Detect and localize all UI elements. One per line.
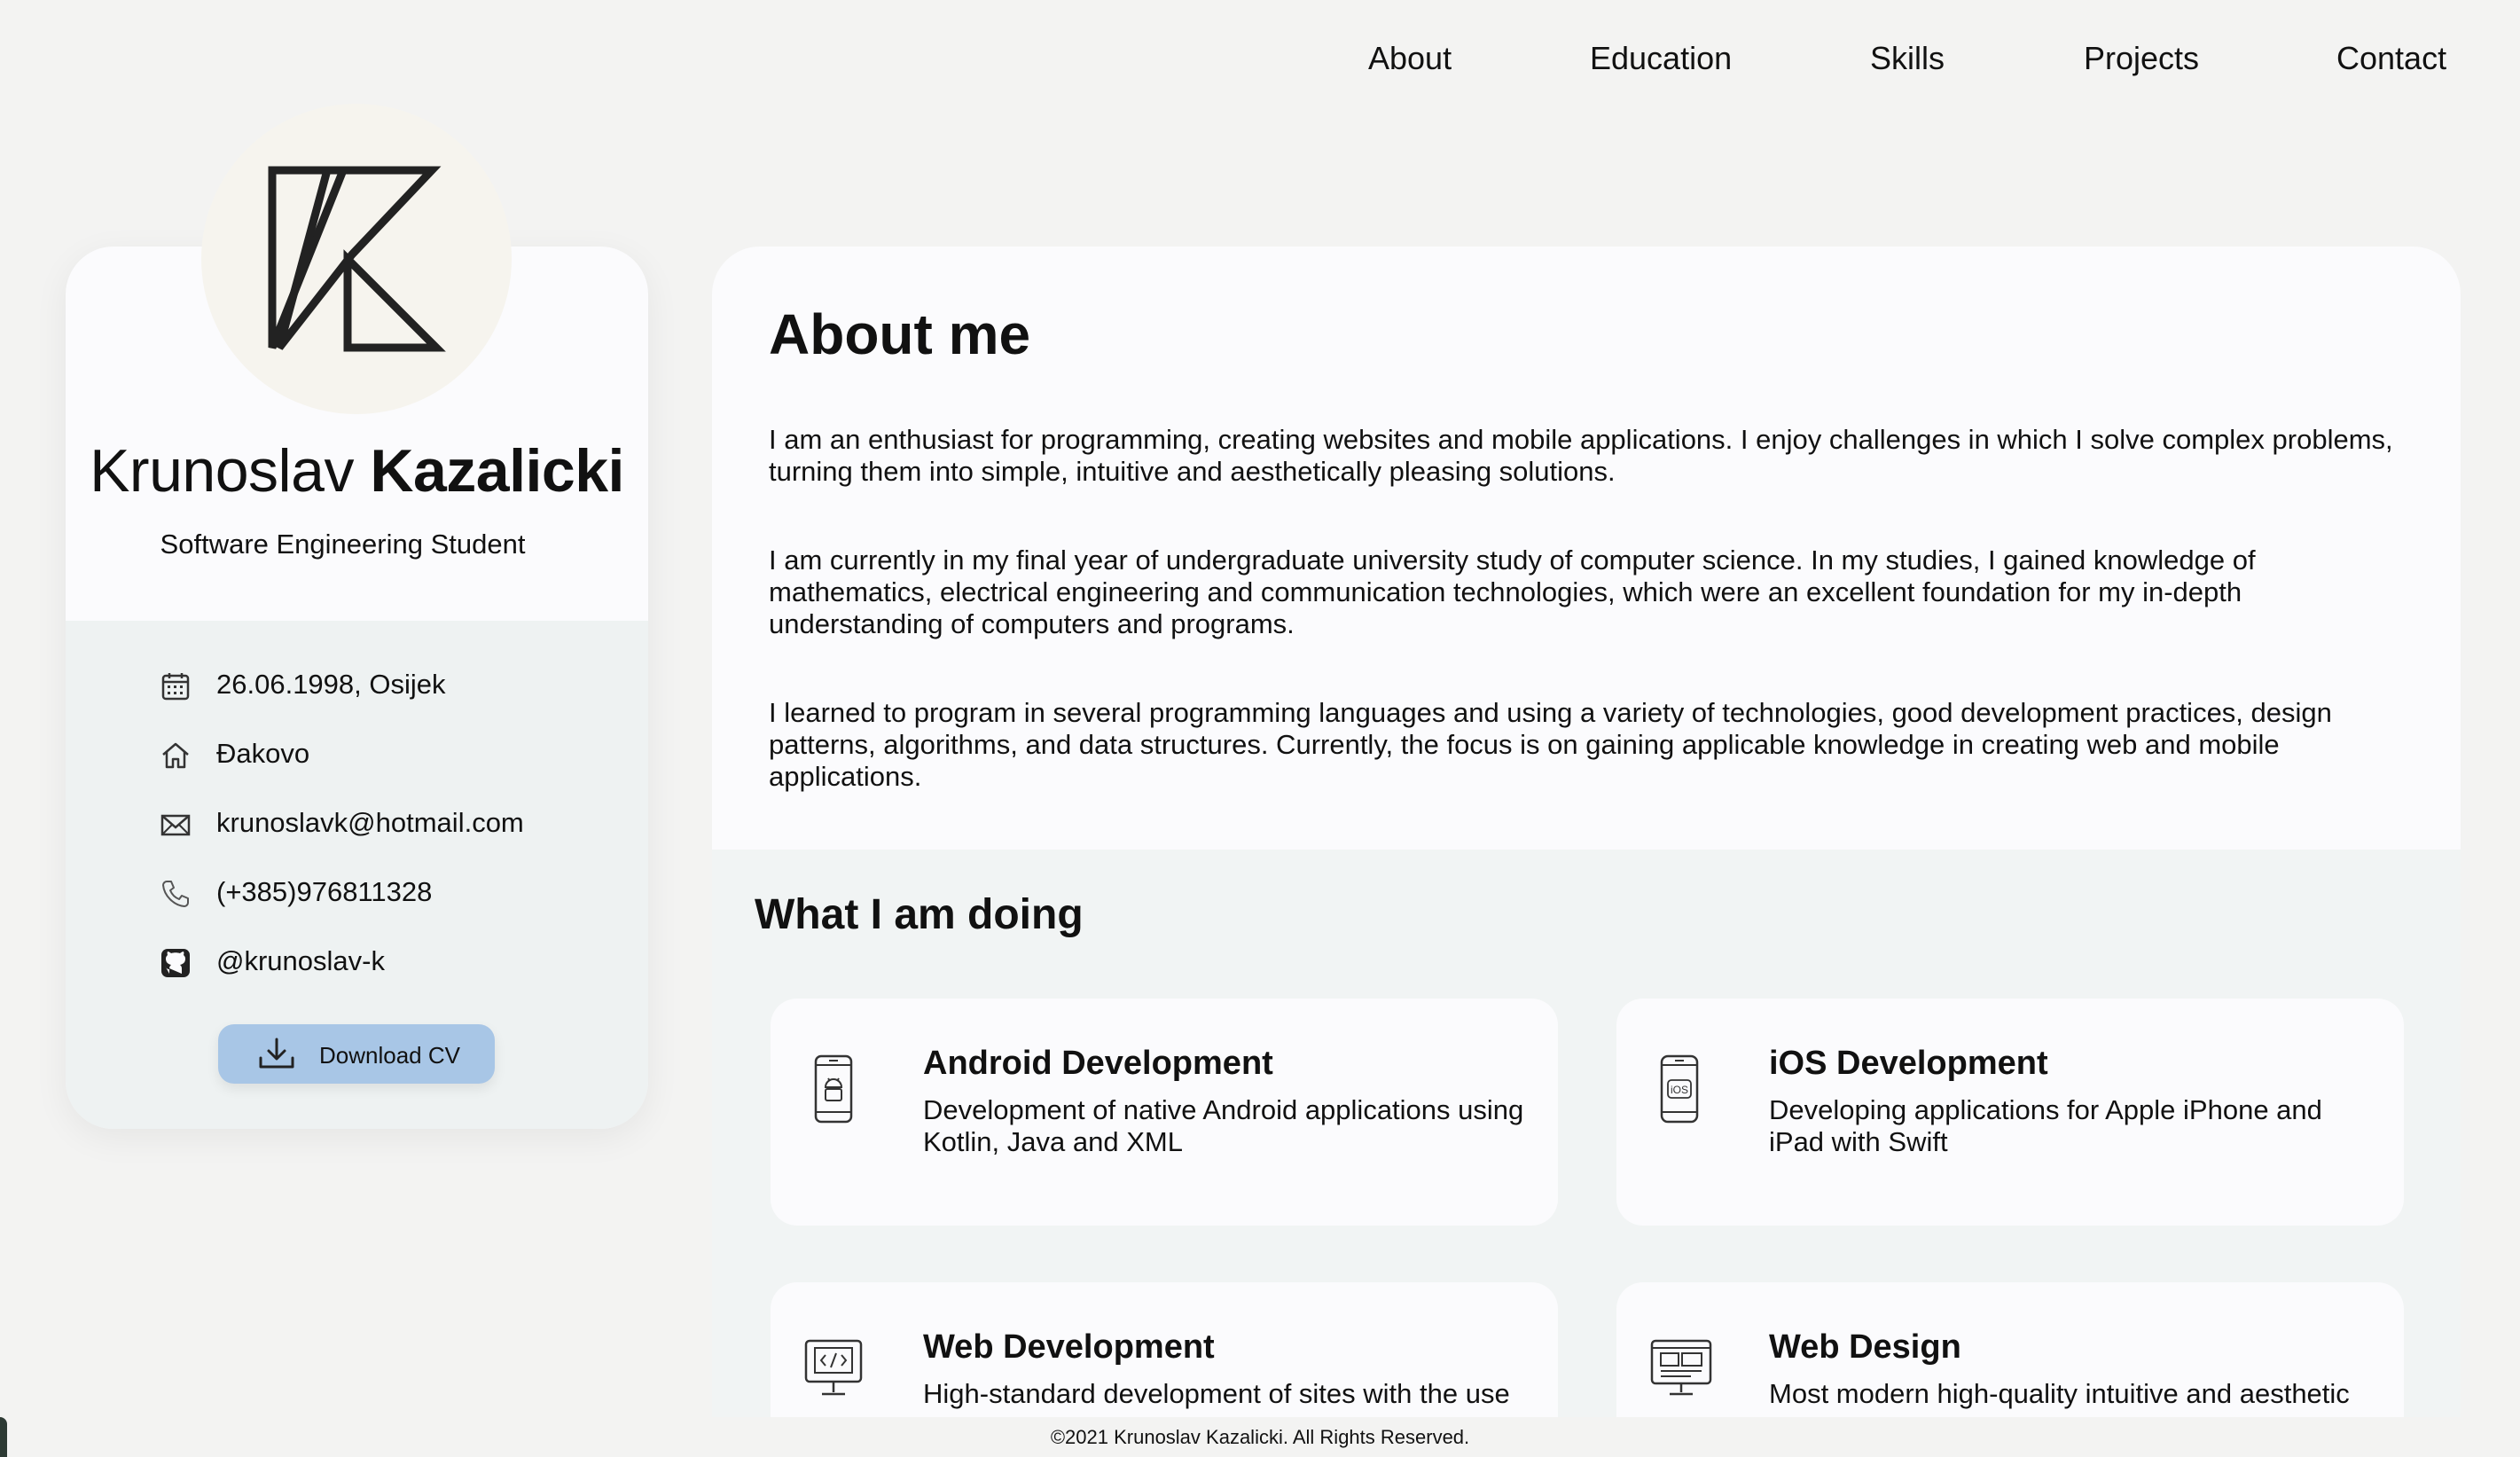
about-paragraph-2: I am currently in my final year of under… [769, 544, 2256, 639]
ios-phone-icon: iOS [1660, 1054, 1699, 1124]
info-github-text[interactable]: @krunoslav-k [216, 945, 385, 977]
info-phone-text[interactable]: (+385)976811328 [216, 876, 432, 908]
service-title-web-design: Web Design [1769, 1328, 1961, 1366]
service-card-ios: iOS iOS Development Developing applicati… [1616, 999, 2404, 1226]
top-nav: About Education Skills Projects Contact [1330, 35, 2465, 89]
profile-name: Krunoslav Kazalicki [66, 436, 648, 505]
android-phone-icon [814, 1054, 853, 1124]
info-row-home: Đakovo [160, 732, 603, 777]
nav-link-contact[interactable]: Contact [2336, 35, 2446, 82]
main-card: About me I am an enthusiast for programm… [712, 247, 2461, 1417]
info-birth-text: 26.06.1998, Osijek [216, 669, 446, 700]
info-email-text[interactable]: krunoslavk@hotmail.com [216, 807, 524, 839]
service-desc-ios: Developing applications for Apple iPhone… [1769, 1094, 2322, 1157]
download-cv-button[interactable]: Download CV [218, 1024, 495, 1084]
download-icon [259, 1038, 294, 1069]
home-icon [162, 742, 189, 769]
about-paragraph-3: I learned to program in several programm… [769, 697, 2332, 792]
service-desc-android: Development of native Android applicatio… [923, 1094, 1524, 1157]
github-icon [161, 949, 190, 977]
footer: ©2021 Krunoslav Kazalicki. All Rights Re… [0, 1417, 2520, 1457]
nav-link-about[interactable]: About [1368, 35, 1452, 82]
first-name: Krunoslav [90, 437, 354, 505]
service-title-android: Android Development [923, 1045, 1273, 1082]
nav-link-projects[interactable]: Projects [2084, 35, 2199, 82]
about-title: About me [769, 302, 1031, 366]
info-row-birth: 26.06.1998, Osijek [160, 663, 603, 708]
nav-link-education[interactable]: Education [1590, 35, 1732, 82]
service-card-android: Android Development Development of nativ… [771, 999, 1558, 1226]
avatar [201, 104, 512, 414]
service-card-web-dev: Web Development High-standard developmen… [771, 1282, 1558, 1417]
code-monitor-icon [804, 1339, 863, 1396]
profile-role: Software Engineering Student [160, 529, 526, 560]
download-cv-label[interactable]: Download CV [319, 1042, 460, 1069]
nav-link-skills[interactable]: Skills [1870, 35, 1945, 82]
page: About Education Skills Projects Contact … [0, 0, 2520, 1457]
info-row-email[interactable]: krunoslavk@hotmail.com [160, 802, 603, 846]
service-desc-web-design: Most modern high-quality intuitive and a… [1769, 1378, 2350, 1409]
svg-text:iOS: iOS [1671, 1084, 1688, 1096]
logo-k-icon [268, 166, 446, 352]
calendar-icon [161, 673, 190, 701]
service-title-ios: iOS Development [1769, 1045, 2048, 1082]
info-home-text: Đakovo [216, 738, 310, 769]
service-title-web-dev: Web Development [923, 1328, 1215, 1366]
window-edge [0, 1417, 7, 1457]
last-name: Kazalicki [370, 437, 624, 505]
service-card-web-design: Web Design Most modern high-quality intu… [1616, 1282, 2404, 1417]
phone-icon [162, 881, 189, 907]
service-desc-web-dev: High-standard development of sites with … [923, 1378, 1510, 1409]
about-paragraph-1: I am an enthusiast for programming, crea… [769, 424, 2393, 487]
mail-icon [160, 814, 191, 836]
footer-copyright: ©2021 Krunoslav Kazalicki. All Rights Re… [1050, 1426, 1470, 1448]
doing-title: What I am doing [755, 891, 1084, 938]
info-row-phone[interactable]: (+385)976811328 [160, 871, 603, 915]
info-row-github[interactable]: @krunoslav-k [160, 940, 603, 984]
web-design-icon [1650, 1339, 1712, 1396]
